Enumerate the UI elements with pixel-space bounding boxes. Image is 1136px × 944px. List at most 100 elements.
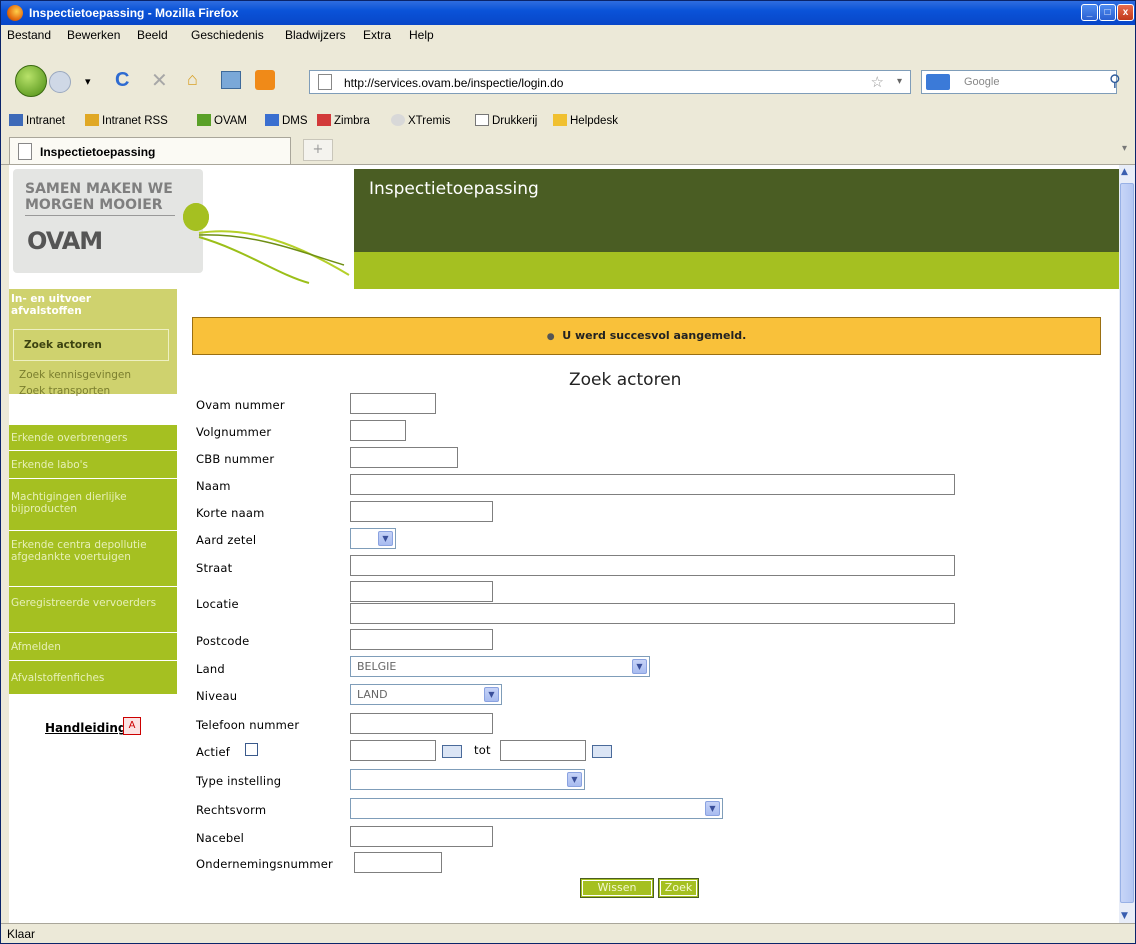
menu-bar: Bestand Bewerken Beeld Geschiedenis Blad… [1,25,1135,45]
page-content: SAMEN MAKEN WE MORGEN MOOIER OVAM Inspec… [9,165,1119,923]
url-bar[interactable]: http://services.ovam.be/inspectie/login.… [309,70,911,94]
tab-bar: Inspectietoepassing + ▾ [1,135,1135,165]
pdf-icon[interactable]: A [123,717,141,735]
scroll-down-icon[interactable]: ▼ [1121,911,1128,921]
rechtsvorm-select[interactable]: ▼ [350,798,723,819]
ovam-logo: SAMEN MAKEN WE MORGEN MOOIER OVAM [9,165,354,289]
korte-naam-input[interactable] [350,501,493,522]
land-select[interactable]: BELGIE ▼ [350,656,650,677]
search-icon[interactable]: ⚲ [1109,71,1121,91]
locatie-postcode-input[interactable] [350,581,493,602]
actief-from-date-input[interactable] [350,740,436,761]
actief-to-date-input[interactable] [500,740,586,761]
label-postcode: Postcode [196,634,250,648]
back-button[interactable] [15,65,47,97]
type-instelling-select[interactable]: ▼ [350,769,585,790]
label-type-instelling: Type instelling [196,774,282,788]
nav-item-zoek-actoren[interactable]: Zoek actoren [13,329,169,361]
calendar-icon[interactable] [592,745,612,758]
app-title: Inspectietoepassing [369,179,539,199]
telefoon-input[interactable] [350,713,493,734]
ovam-nummer-input[interactable] [350,393,436,414]
menu-bewerken[interactable]: Bewerken [67,28,120,42]
search-engine-icon[interactable] [926,74,950,90]
bookmark-helpdesk[interactable]: Helpdesk [553,114,618,127]
nav-geregistreerde-vervoerders[interactable]: Geregistreerde vervoerders [9,587,177,633]
nav-item-zoek-transporten[interactable]: Zoek transporten [19,385,110,397]
new-tab-button[interactable]: + [303,139,333,161]
search-box[interactable]: Google [921,70,1117,94]
screenshot-icon[interactable] [221,71,241,89]
bookmark-intranet[interactable]: Intranet [9,114,65,127]
url-dropdown-icon[interactable]: ▾ [897,76,902,87]
vertical-scrollbar[interactable]: ▲ ▼ [1119,165,1135,923]
niveau-select[interactable]: LAND ▼ [350,684,502,705]
label-niveau: Niveau [196,689,238,703]
nacebel-input[interactable] [350,826,493,847]
nav-machtigingen[interactable]: Machtigingen dierlijke bijproducten [9,479,177,531]
naam-input[interactable] [350,474,955,495]
menu-help[interactable]: Help [409,28,434,42]
nav-item-zoek-kennisgevingen[interactable]: Zoek kennisgevingen [19,369,131,381]
nav-afmelden[interactable]: Afmelden [9,633,177,661]
tab-inspectietoepassing[interactable]: Inspectietoepassing [9,137,291,164]
actief-checkbox[interactable] [245,743,258,756]
star-icon[interactable]: ☆ [871,73,884,91]
history-dropdown-icon[interactable]: ▾ [85,75,91,88]
nav-afvalstoffenfiches[interactable]: Afvalstoffenfiches [9,661,177,695]
straat-input[interactable] [350,555,955,576]
chevron-down-icon: ▼ [567,772,582,787]
window-title: Inspectietoepassing - Mozilla Firefox [29,6,239,20]
volgnummer-input[interactable] [350,420,406,441]
status-bar: Klaar [1,923,1135,943]
handleiding-link[interactable]: Handleiding [45,721,126,735]
bookmark-intranet-rss[interactable]: Intranet RSS [85,114,168,127]
page-icon [18,143,32,160]
label-land: Land [196,662,225,676]
logo-tag: SAMEN MAKEN WE MORGEN MOOIER OVAM [13,169,209,273]
status-text: Klaar [7,927,36,941]
scroll-thumb[interactable] [1120,183,1134,903]
nav-erkende-overbrengers[interactable]: Erkende overbrengers [9,425,177,451]
rss-icon[interactable] [255,70,275,90]
cbb-nummer-input[interactable] [350,447,458,468]
bookmark-xtremis[interactable]: XTremis [391,114,450,127]
label-rechtsvorm: Rechtsvorm [196,803,267,817]
chevron-down-icon: ▼ [484,687,499,702]
close-button[interactable]: x [1117,4,1134,21]
ondernemingsnummer-input[interactable] [354,852,442,873]
zoek-button[interactable]: Zoek [658,878,699,898]
chevron-down-icon: ▼ [378,531,393,546]
menu-extra[interactable]: Extra [363,28,391,42]
aard-zetel-select[interactable]: ▼ [350,528,396,549]
minimize-button[interactable]: _ [1081,4,1098,21]
menu-bestand[interactable]: Bestand [7,28,51,42]
menu-geschiedenis[interactable]: Geschiedenis [191,28,264,42]
firefox-icon [7,5,23,21]
menu-beeld[interactable]: Beeld [137,28,168,42]
home-icon[interactable]: ⌂ [187,69,198,90]
label-nacebel: Nacebel [196,831,245,845]
bookmark-zimbra[interactable]: Zimbra [317,114,370,127]
bookmark-dms[interactable]: DMS [265,114,308,127]
label-aard-zetel: Aard zetel [196,533,257,547]
menu-bladwijzers[interactable]: Bladwijzers [285,28,346,42]
wissen-button[interactable]: Wissen [580,878,654,898]
success-message: ● U werd succesvol aangemeld. [192,317,1101,355]
postcode-input[interactable] [350,629,493,650]
nav-erkende-labos[interactable]: Erkende labo's [9,451,177,479]
reload-icon[interactable]: C [115,69,129,92]
locatie-input[interactable] [350,603,955,624]
tab-list-icon[interactable]: ▾ [1122,143,1127,154]
label-telefoon: Telefoon nummer [196,718,300,732]
calendar-icon[interactable] [442,745,462,758]
bookmark-ovam[interactable]: OVAM [197,114,247,127]
page-title: Zoek actoren [569,370,682,390]
label-ovam-nummer: Ovam nummer [196,398,285,412]
maximize-button[interactable]: □ [1099,4,1116,21]
bookmark-drukkerij[interactable]: Drukkerij [475,114,537,127]
scroll-up-icon[interactable]: ▲ [1121,167,1128,177]
nav-erkende-centra[interactable]: Erkende centra depollutie afgedankte voe… [9,531,177,587]
stop-icon[interactable]: ✕ [151,68,168,93]
forward-button[interactable] [49,71,71,93]
